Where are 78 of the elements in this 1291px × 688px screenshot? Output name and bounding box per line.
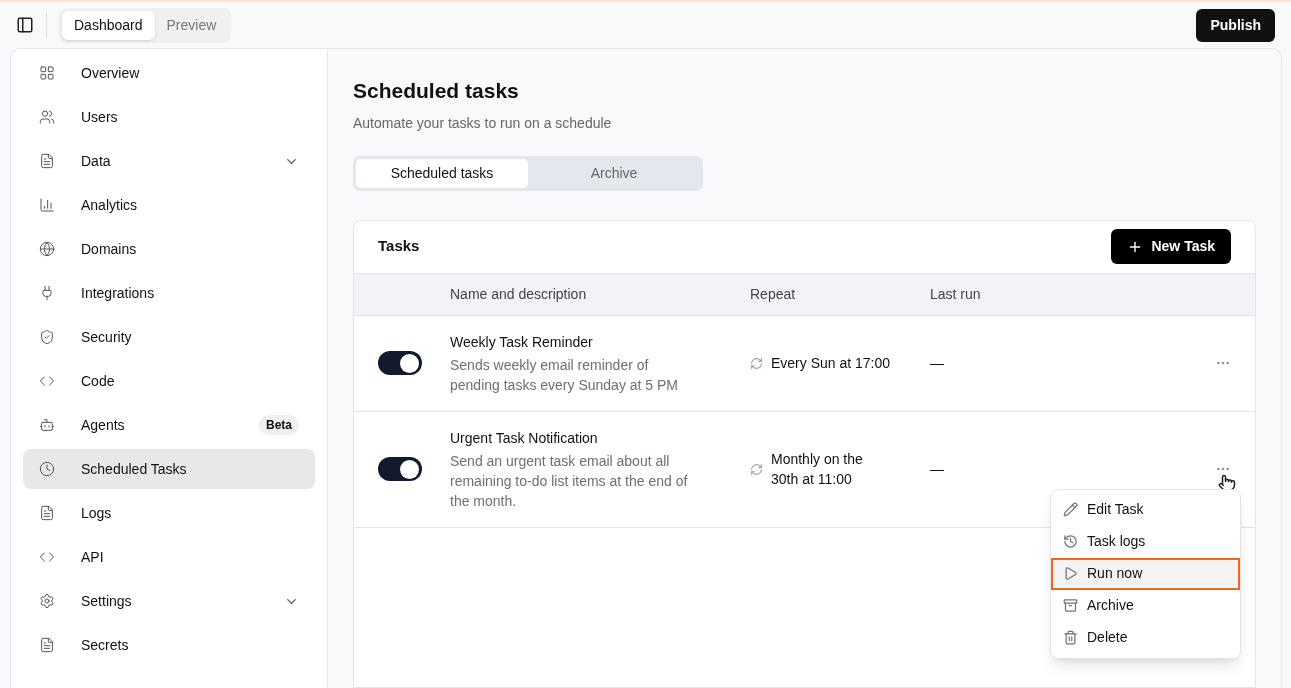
sidebar-label: Integrations [81, 283, 156, 303]
menu-item[interactable]: Task logs [1051, 525, 1240, 558]
new-task-button[interactable]: New Task [1111, 229, 1231, 264]
sidebar-label: Domains [81, 239, 138, 259]
sidebar-item[interactable]: Security [23, 317, 315, 357]
menu-item[interactable]: Delete [1051, 621, 1240, 654]
sidebar-label: Settings [81, 591, 133, 611]
bar-chart-icon [39, 197, 55, 213]
sidebar-item[interactable]: Scheduled Tasks [23, 449, 315, 489]
sidebar-label: Scheduled Tasks [81, 459, 188, 479]
sidebar-label: API [81, 547, 105, 567]
code-icon [39, 373, 55, 389]
page-tab[interactable]: Archive [528, 158, 700, 188]
repeat-value: Monthly on the 30th at 11:00 [771, 450, 864, 489]
last-run-value: — [930, 353, 945, 373]
grid-icon [39, 65, 55, 81]
settings-icon [39, 593, 55, 609]
sidebar-item[interactable]: Data [23, 141, 315, 181]
sidebar-label: Code [81, 371, 116, 391]
users-icon [39, 109, 55, 125]
sidebar-item[interactable]: Logs [23, 493, 315, 533]
sidebar-label: Overview [81, 63, 141, 83]
sidebar-label: Logs [81, 503, 113, 523]
task-description: Send an urgent task email about all remaining to-do list items at the end of the month. [450, 451, 689, 511]
publish-button[interactable]: Publish [1196, 8, 1275, 42]
sidebar-item[interactable]: Integrations [23, 273, 315, 313]
robot-icon [39, 417, 55, 433]
sidebar-label: Users [81, 107, 119, 127]
repeat-icon [750, 356, 763, 370]
page-title: Scheduled tasks [353, 78, 520, 104]
sidebar-label: Secrets [81, 635, 130, 655]
sidebar-item[interactable]: Settings [23, 581, 315, 621]
document-icon [39, 637, 55, 653]
document-icon [39, 505, 55, 521]
sidebar-toggle-icon[interactable] [16, 16, 34, 34]
document-icon [39, 153, 55, 169]
sidebar-item[interactable]: Code [23, 361, 315, 401]
view-tab[interactable]: Dashboard [62, 10, 155, 40]
sidebar-label: Analytics [81, 195, 139, 215]
last-run-value: — [930, 459, 945, 479]
column-header: Last run [930, 284, 982, 304]
archive-icon [1063, 598, 1078, 613]
card-title: Tasks [378, 236, 420, 257]
sidebar-item[interactable]: Secrets [23, 625, 315, 665]
menu-item[interactable]: Archive [1051, 589, 1240, 622]
sidebar-label: Agents [81, 415, 126, 435]
sidebar-item[interactable]: Users [23, 97, 315, 137]
globe-icon [39, 241, 55, 257]
sidebar-item[interactable]: Agents Beta [23, 405, 315, 445]
clock-icon [39, 461, 55, 477]
menu-item[interactable]: Edit Task [1051, 493, 1240, 526]
shield-icon [39, 329, 55, 345]
task-name: Weekly Task Reminder [450, 332, 594, 352]
code-icon [39, 549, 55, 565]
play-icon [1063, 566, 1078, 581]
menu-item[interactable]: Run now [1051, 557, 1240, 590]
repeat-icon [750, 462, 763, 476]
task-name: Urgent Task Notification [450, 428, 599, 448]
plug-icon [39, 285, 55, 301]
view-tab[interactable]: Preview [154, 10, 229, 40]
sidebar-item[interactable]: API [23, 537, 315, 577]
pencil-icon [1063, 502, 1078, 517]
sidebar-label: Data [81, 151, 112, 171]
sidebar-item[interactable]: Domains [23, 229, 315, 269]
toggle-switch[interactable] [378, 351, 422, 375]
sidebar-item[interactable]: Analytics [23, 185, 315, 225]
sidebar-label: Security [81, 327, 133, 347]
column-header: Name and description [450, 284, 588, 304]
history-icon [1063, 534, 1078, 549]
toggle-switch[interactable] [378, 457, 422, 481]
sidebar-item[interactable]: Overview [23, 53, 315, 93]
trash-icon [1063, 630, 1078, 645]
task-description: Sends weekly email reminder of pending tasks every Sunday at 5 PM [450, 355, 680, 395]
page-tab[interactable]: Scheduled tasks [356, 158, 528, 188]
column-header: Repeat [750, 284, 797, 304]
repeat-value: Every Sun at 17:00 [771, 354, 891, 373]
beta-badge: Beta [259, 415, 299, 435]
page-subtitle: Automate your tasks to run on a schedule [353, 113, 613, 133]
